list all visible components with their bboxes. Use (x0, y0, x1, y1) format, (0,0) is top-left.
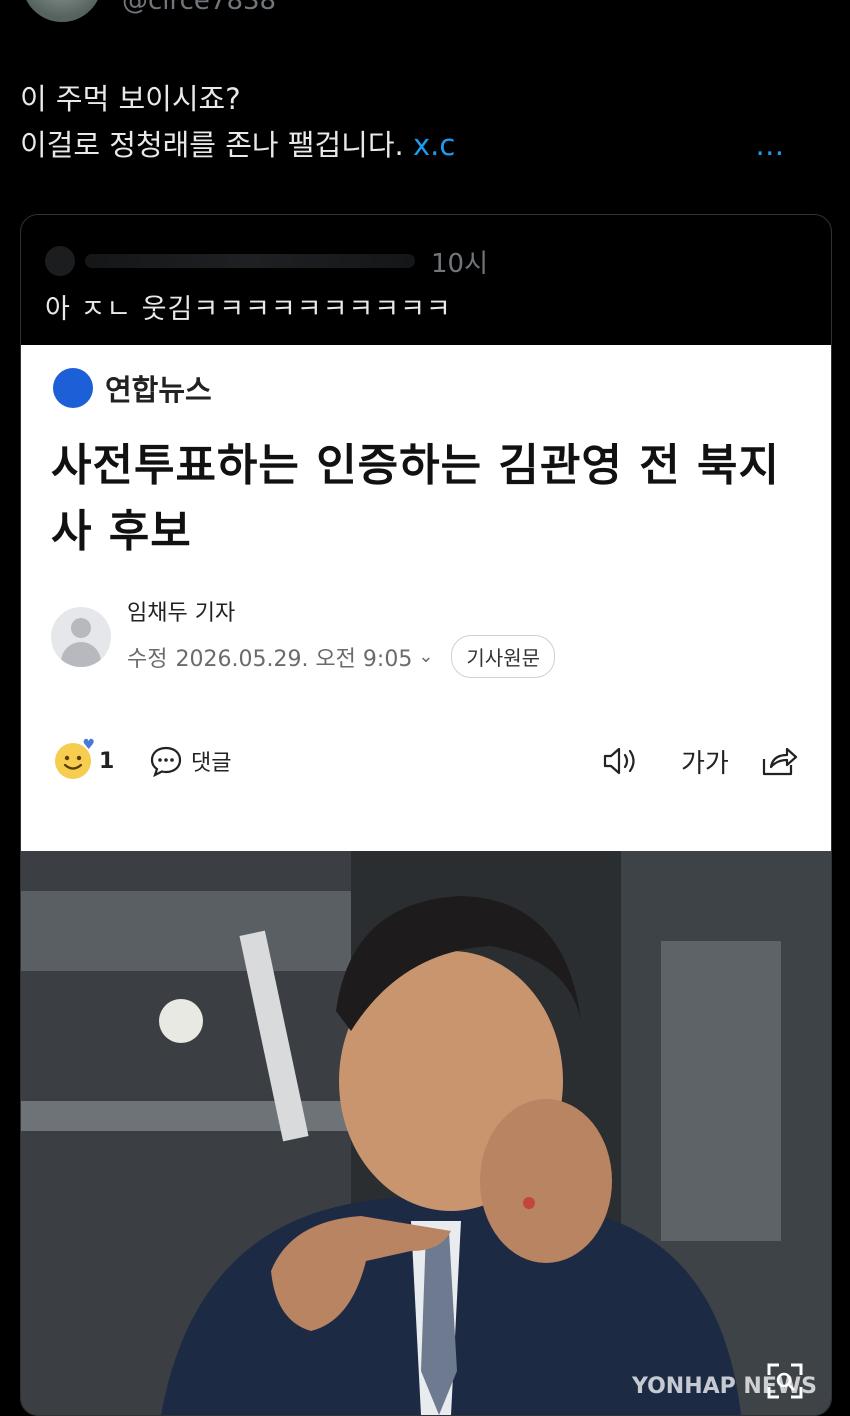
article-headline: 사전투표하는 인증하는 김관영 전 북지사 후보 (51, 440, 780, 557)
reaction-count: 1 (99, 748, 115, 774)
quoted-author-redacted (85, 254, 415, 268)
font-size: 가가 (681, 731, 729, 791)
edit-label: 수정 (127, 646, 168, 672)
publisher: 연합뉴스 (53, 367, 212, 409)
chevron-down-icon: ⌄ (418, 646, 434, 667)
comment: 댓글 (149, 731, 231, 791)
tweet-link-redaction (455, 136, 756, 158)
heart-icon: ♥ (82, 737, 95, 753)
tweet-line-1: 이 주먹 보이시죠? (20, 82, 241, 116)
quoted-avatar[interactable] (45, 246, 75, 276)
quoted-time: 10시 (431, 248, 489, 279)
audio (601, 731, 641, 791)
article-photo[interactable]: YONHAP NEWS (21, 851, 831, 1415)
author-handle[interactable]: @circe7838 (122, 0, 276, 16)
reporter-info: 임채두 기자 수정 2026.05.29. 오전 9:05 ⌄ 기사원문 (51, 595, 556, 678)
speaker-icon (603, 747, 635, 775)
tweet-text: 이 주먹 보이시죠? 이걸로 정청래를 존나 팰겁니다. x.c … (20, 76, 830, 168)
smile-emoji-icon: ♥ (55, 737, 95, 779)
comment-label: 댓글 (191, 751, 232, 776)
quoted-text: 아 ㅈㄴ 웃김ㅋㅋㅋㅋㅋㅋㅋㅋㅋㅋ (45, 294, 452, 325)
publisher-name: 연합뉴스 (105, 373, 212, 407)
tweet-link-prefix[interactable]: x.c (413, 128, 455, 162)
quoted-post[interactable]: 10시 아 ㅈㄴ 웃김ㅋㅋㅋㅋㅋㅋㅋㅋㅋㅋ 연합뉴스 사전투표하는 인증하는 김… (20, 214, 832, 1416)
article-screenshot: 연합뉴스 사전투표하는 인증하는 김관영 전 북지사 후보 임채두 기자 수정 … (21, 345, 831, 851)
article-meta: 수정 2026.05.29. 오전 9:05 ⌄ 기사원문 (127, 635, 556, 678)
share (759, 731, 799, 791)
tweet-line-2: 이걸로 정청래를 존나 팰겁니다. x.c … (20, 122, 830, 168)
share-icon (762, 747, 798, 776)
article-date: 2026.05.29. 오전 9:05 (175, 646, 413, 672)
original-article-button: 기사원문 (451, 635, 556, 678)
photo-scene (21, 851, 831, 1415)
tweet-link-suffix[interactable]: … (755, 128, 784, 162)
expand-icon[interactable] (765, 1361, 805, 1401)
tweet-line-2-text: 이걸로 정청래를 존나 팰겁니다. (20, 128, 404, 162)
reaction: ♥ 1 (55, 731, 114, 791)
tweet-link[interactable]: x.c … (413, 128, 784, 162)
reporter-name: 임채두 기자 (127, 601, 236, 626)
reporter-avatar (51, 606, 111, 667)
font-size-icon: 가가 (681, 748, 729, 779)
quoted-post-header: 10시 (45, 241, 488, 281)
article-action-bar: ♥ 1 댓글 가가 (21, 731, 831, 791)
author-avatar[interactable] (22, 0, 102, 22)
publisher-logo (53, 368, 93, 408)
comment-bubble-icon (150, 746, 182, 778)
